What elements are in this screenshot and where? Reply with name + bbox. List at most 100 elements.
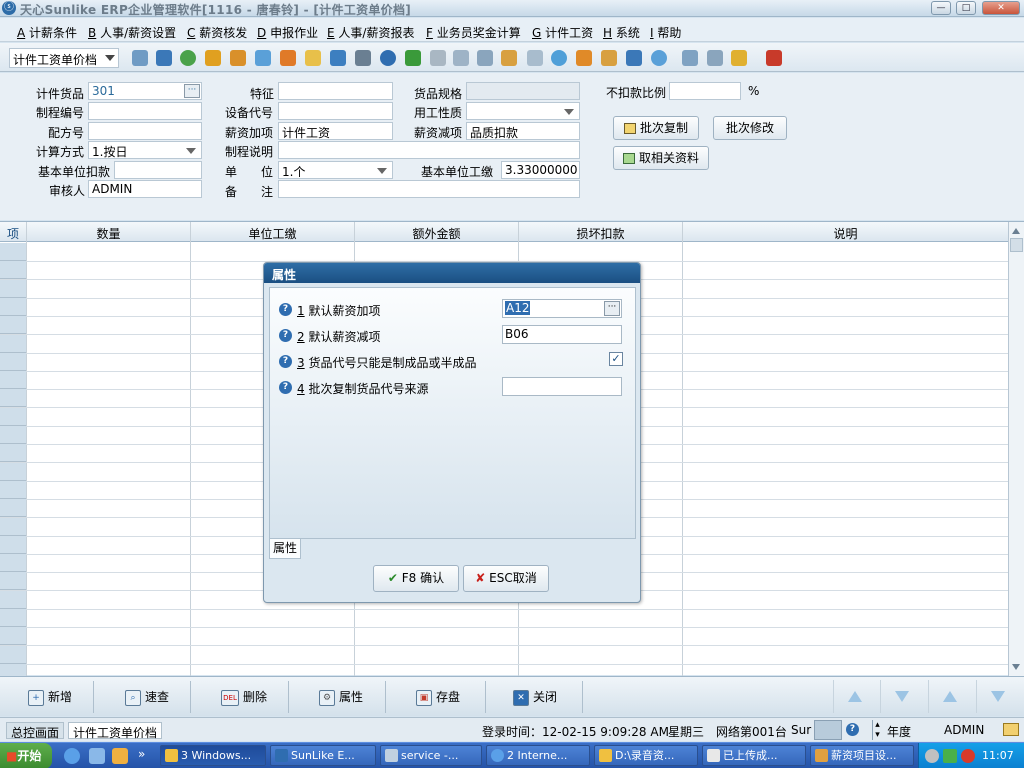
- help-icon[interactable]: ?: [279, 355, 292, 368]
- recipe-no-field[interactable]: [88, 122, 202, 140]
- row-header[interactable]: [0, 371, 26, 389]
- row-header[interactable]: [0, 298, 26, 316]
- row-header[interactable]: [0, 536, 26, 554]
- close-window-icon[interactable]: [707, 50, 723, 66]
- row-header[interactable]: [0, 591, 26, 609]
- task-sunlike[interactable]: SunLike E...: [270, 745, 376, 766]
- minimize-button[interactable]: —: [931, 1, 951, 15]
- task-service[interactable]: service -...: [380, 745, 482, 766]
- document-selector[interactable]: 计件工资单价档: [9, 48, 119, 68]
- menu-item-system[interactable]: H 系统: [603, 24, 640, 41]
- row-header[interactable]: [0, 316, 26, 334]
- tape-icon[interactable]: [501, 50, 517, 66]
- row-header[interactable]: [0, 444, 26, 462]
- scroll-down-icon[interactable]: [1012, 664, 1020, 670]
- batch-copy-source-field[interactable]: [502, 377, 622, 396]
- tray-network-icon[interactable]: [943, 749, 957, 763]
- properties-button[interactable]: ⚙ 属性: [319, 682, 363, 712]
- tab-main-control[interactable]: 总控画面: [6, 722, 65, 740]
- cancel-button[interactable]: ✘ ESC取消: [463, 565, 549, 592]
- confirm-button[interactable]: ✔ F8 确认: [373, 565, 459, 592]
- mail-icon[interactable]: [305, 50, 321, 66]
- scroll-up-icon[interactable]: [1012, 228, 1020, 234]
- work-type-select[interactable]: [466, 102, 580, 120]
- more-chevron-icon[interactable]: »: [138, 747, 145, 761]
- layers-icon[interactable]: [731, 50, 747, 66]
- batch-copy-button[interactable]: 批次复制: [613, 116, 699, 140]
- calculator-icon[interactable]: [477, 50, 493, 66]
- col-quantity[interactable]: 数量: [27, 225, 190, 242]
- close-window-button[interactable]: ✕: [982, 1, 1020, 15]
- row-header[interactable]: [0, 463, 26, 481]
- prev-record-button[interactable]: [928, 680, 970, 713]
- row-header[interactable]: [0, 646, 26, 664]
- row-header[interactable]: [0, 261, 26, 279]
- batch-modify-button[interactable]: 批次修改: [713, 116, 787, 140]
- process-desc-field[interactable]: [278, 141, 580, 159]
- salary-deduct-field[interactable]: 品质扣款: [466, 122, 580, 140]
- explorer-icon[interactable]: [89, 748, 105, 764]
- copy-icon[interactable]: [527, 50, 543, 66]
- window-icon[interactable]: [682, 50, 698, 66]
- col-extra-amount[interactable]: 额外金额: [355, 225, 518, 242]
- card-icon[interactable]: [330, 50, 346, 66]
- home-icon[interactable]: [255, 50, 271, 66]
- menu-item-piece-wage[interactable]: G 计件工资: [532, 24, 593, 41]
- menu-item-salary-issue[interactable]: C 薪资核发: [187, 24, 247, 41]
- exit-icon[interactable]: [766, 50, 782, 66]
- goods-field[interactable]: 301 ···: [88, 82, 202, 100]
- printer-icon[interactable]: [814, 720, 842, 740]
- org-icon[interactable]: [601, 50, 617, 66]
- row-header[interactable]: [0, 499, 26, 517]
- task-windows[interactable]: 3 Windows...: [160, 745, 266, 766]
- col-unit-wage[interactable]: 单位工缴: [191, 225, 354, 242]
- start-button[interactable]: ■开始: [0, 743, 52, 768]
- approver-field[interactable]: ADMIN: [88, 180, 202, 198]
- lock-icon[interactable]: [205, 50, 221, 66]
- default-salary-add-field[interactable]: A12 ···: [502, 299, 622, 318]
- row-header[interactable]: [0, 554, 26, 572]
- puzzle-icon[interactable]: [280, 50, 296, 66]
- last-record-button[interactable]: [976, 680, 1018, 713]
- screen-icon[interactable]: [626, 50, 642, 66]
- remark-field[interactable]: [278, 180, 580, 198]
- equipment-code-field[interactable]: [278, 102, 393, 120]
- refresh-icon[interactable]: [651, 50, 667, 66]
- no-deduct-ratio-field[interactable]: [669, 82, 741, 100]
- finished-goods-only-checkbox[interactable]: ✓: [609, 352, 623, 366]
- tab-properties[interactable]: 属性: [269, 539, 301, 559]
- salary-add-field[interactable]: 计件工资: [278, 122, 393, 140]
- tray-security-icon[interactable]: [961, 749, 975, 763]
- row-header[interactable]: [0, 609, 26, 627]
- menu-item-sales-bonus[interactable]: F 业务员奖金计算: [426, 24, 521, 41]
- lookup-button[interactable]: ···: [604, 301, 620, 316]
- dollar-icon[interactable]: [405, 50, 421, 66]
- menu-item-piece-salary-conditions[interactable]: A 计薪条件: [17, 24, 77, 41]
- key-icon[interactable]: [355, 50, 371, 66]
- row-header[interactable]: [0, 353, 26, 371]
- first-record-button[interactable]: [833, 680, 875, 713]
- col-item[interactable]: 项: [0, 225, 26, 242]
- calc-method-select[interactable]: 1.按日: [88, 141, 202, 159]
- app-icon[interactable]: [112, 748, 128, 764]
- task-salary-items[interactable]: 薪资项目设...: [810, 745, 914, 766]
- help-icon[interactable]: ?: [846, 723, 859, 736]
- row-header[interactable]: [0, 243, 26, 261]
- next-record-button[interactable]: [880, 680, 922, 713]
- task-internet[interactable]: 2 Interne...: [486, 745, 590, 766]
- row-header[interactable]: [0, 518, 26, 536]
- help-icon[interactable]: ?: [279, 381, 292, 394]
- help-icon[interactable]: ?: [279, 303, 292, 316]
- col-damage-deduct[interactable]: 损坏扣款: [519, 225, 682, 242]
- lookup-button[interactable]: ···: [184, 84, 200, 98]
- restore-button[interactable]: □: [956, 1, 976, 15]
- spinner-icon[interactable]: ▴ ▾: [872, 720, 882, 740]
- menu-item-hr-salary-settings[interactable]: B 人事/薪资设置: [88, 24, 176, 41]
- default-salary-deduct-field[interactable]: B06: [502, 325, 622, 344]
- row-header[interactable]: [0, 389, 26, 407]
- row-header[interactable]: [0, 335, 26, 353]
- monitor-icon[interactable]: [156, 50, 172, 66]
- briefcase-icon[interactable]: [230, 50, 246, 66]
- row-header[interactable]: [0, 408, 26, 426]
- phone-icon[interactable]: [180, 50, 196, 66]
